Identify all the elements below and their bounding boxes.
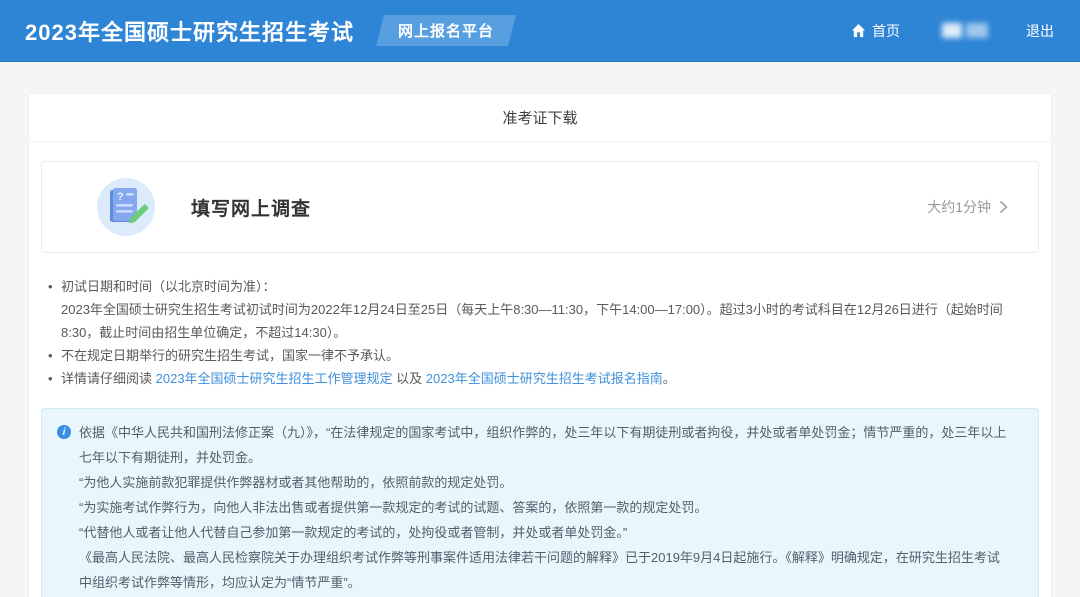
notice-text: 不在规定日期举行的研究生招生考试，国家一律不予承认。 [61,348,399,363]
survey-card[interactable]: ? 填写网上调查 大约1分钟 [41,161,1039,253]
chevron-right-icon [999,200,1008,214]
nav-home[interactable]: 首页 [851,21,900,41]
legal-text: 依据《中华人民共和国刑法修正案（九）》，“在法律规定的国家考试中，组织作弊的，处… [79,420,1008,595]
platform-badge-label: 网上报名平台 [398,20,494,41]
notice-text: 。 [663,371,676,386]
home-icon [851,23,866,38]
nav-home-label: 首页 [872,21,900,41]
link-admission-regulations[interactable]: 2023年全国硕士研究生招生工作管理规定 [156,371,393,386]
app-title: 2023年全国硕士研究生招生考试 [25,15,354,47]
link-registration-guide[interactable]: 2023年全国硕士研究生招生考试报名指南 [426,371,663,386]
notice-item-read-more: 详情请仔细阅读 2023年全国硕士研究生招生工作管理规定 以及 2023年全国硕… [48,367,1039,390]
notice-item-exam-dates: 初试日期和时间（以北京时间为准）： 2023年全国硕士研究生招生考试初试时间为2… [48,275,1039,344]
notice-text: 2023年全国硕士研究生招生考试初试时间为2022年12月24日至25日（每天上… [61,302,1003,340]
survey-duration: 大约1分钟 [927,197,991,217]
username-blur-block [942,23,962,38]
info-icon: i [57,425,71,439]
card-body: ? 填写网上调查 大约1分钟 初试日期和 [29,142,1051,597]
section-title: 准考证下载 [502,107,577,128]
platform-badge: 网上报名平台 [376,15,516,46]
notice-list: 初试日期和时间（以北京时间为准）： 2023年全国硕士研究生招生考试初试时间为2… [48,275,1039,390]
username-redacted[interactable] [942,23,988,38]
nav-logout[interactable]: 退出 [1026,21,1054,41]
survey-title: 填写网上调查 [191,194,311,221]
app-header: 2023年全国硕士研究生招生考试 网上报名平台 首页 退出 [0,0,1080,62]
nav-logout-label: 退出 [1026,21,1054,41]
notice-text: 以及 [393,371,426,386]
legal-paragraph: 依据《中华人民共和国刑法修正案（九）》，“在法律规定的国家考试中，组织作弊的，处… [79,420,1008,470]
notice-text: 详情请仔细阅读 [61,371,156,386]
header-left: 2023年全国硕士研究生招生考试 网上报名平台 [25,15,512,47]
notice-item-unrecognized: 不在规定日期举行的研究生招生考试，国家一律不予承认。 [48,344,1039,367]
legal-paragraph: 《最高人民法院、最高人民检察院关于办理组织考试作弊等刑事案件适用法律若干问题的解… [79,545,1008,595]
svg-text:?: ? [117,191,124,203]
survey-document-icon: ? [97,178,155,236]
legal-notice-box: i 依据《中华人民共和国刑法修正案（九）》，“在法律规定的国家考试中，组织作弊的… [41,408,1039,597]
survey-duration-wrap: 大约1分钟 [927,197,1008,217]
main-card: 准考证下载 ? 填写网上调查 [28,93,1052,597]
section-title-bar: 准考证下载 [29,94,1051,142]
legal-paragraph: “代替他人或者让他人代替自己参加第一款规定的考试的，处拘役或者管制，并处或者单处… [79,520,1008,545]
legal-paragraph: “为实施考试作弊行为，向他人非法出售或者提供第一款规定的考试的试题、答案的，依照… [79,495,1008,520]
header-nav: 首页 退出 [851,21,1054,41]
legal-paragraph: “为他人实施前款犯罪提供作弊器材或者其他帮助的，依照前款的规定处罚。 [79,470,1008,495]
notice-text: 初试日期和时间（以北京时间为准）： [61,279,276,294]
username-blur-block [966,23,988,38]
